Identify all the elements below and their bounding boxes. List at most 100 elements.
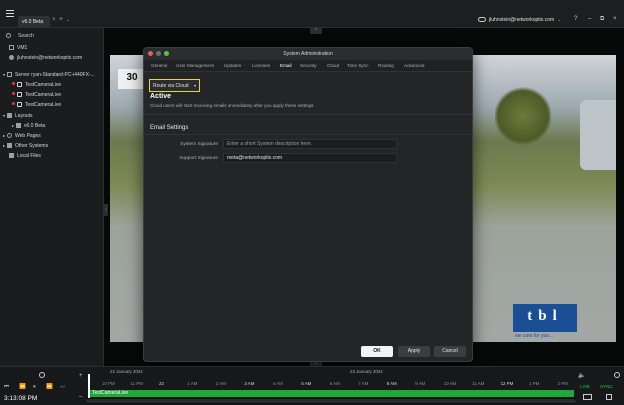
tree-item-other-systems[interactable]: ▸ Other Systems	[3, 143, 48, 152]
speed-dial-icon[interactable]	[614, 372, 620, 378]
system-signature-label: System Signature	[180, 142, 218, 147]
tree-item-local-files[interactable]: Local Files	[9, 153, 41, 162]
help-icon[interactable]: ?	[574, 16, 577, 22]
calendar-icon[interactable]	[606, 394, 612, 400]
system-icon	[9, 45, 14, 50]
tbl-logo: tbl we care for you...	[513, 304, 577, 342]
search-row[interactable]: Search	[6, 32, 100, 42]
system-administration-dialog: System Administration General User Manag…	[143, 47, 473, 362]
tick-label: 4 AM	[272, 381, 283, 386]
tab-close-icon[interactable]: ×	[52, 17, 56, 23]
camera-icon	[17, 102, 22, 107]
apply-button[interactable]: Apply	[398, 346, 430, 357]
tick-label: 2 AM	[215, 381, 226, 386]
tree-item-layout[interactable]: ▸ v6.0 Beta	[12, 123, 45, 132]
tab-cloud[interactable]: Cloud	[327, 63, 339, 68]
thumbnails-icon[interactable]	[583, 394, 592, 400]
pause-icon[interactable]: ⏸	[33, 384, 36, 391]
calendar-toggle-icon[interactable]	[39, 372, 45, 378]
tab-routing[interactable]: Routing	[378, 63, 394, 68]
tick-label: 12 PM	[500, 381, 514, 386]
skip-back-icon[interactable]: ⏮	[4, 384, 9, 391]
cloud-user-email[interactable]: jluhnstein@networkoptix.com	[489, 17, 554, 23]
add-tab-icon[interactable]: +	[59, 16, 63, 23]
timeline-panel: + – ⏮ ⏪ ⏸ ⏩ ⏭ 22 January 2024 23 January…	[0, 366, 624, 405]
tree-item-layouts[interactable]: ▾ Layouts	[3, 113, 33, 122]
user-menu-chevron-icon[interactable]: ⌄	[557, 17, 561, 23]
minimize-icon[interactable]: –	[588, 16, 591, 22]
tree-item-camera[interactable]: TestCameraLive	[12, 82, 61, 91]
close-window-icon[interactable]: ×	[613, 16, 617, 22]
tree-item-camera[interactable]: TestCameraLive	[12, 102, 61, 111]
tab-user-management[interactable]: User Management	[176, 63, 214, 68]
recording-dot-icon	[12, 102, 15, 105]
expand-chevron-icon[interactable]: ▸	[3, 143, 5, 148]
tab-email[interactable]: Email	[280, 63, 292, 68]
live-button[interactable]: LIVE	[580, 384, 590, 389]
divider	[144, 114, 472, 115]
timeline-track[interactable]: TestCameraLive	[90, 390, 574, 397]
tree-item-system[interactable]: VM1	[9, 45, 27, 54]
tick-label: 7 AM	[358, 381, 369, 386]
collapse-left-panel-icon[interactable]: ‹	[104, 204, 108, 216]
collapse-top-chevron-icon[interactable]: ⌃	[310, 28, 322, 34]
tab-general[interactable]: General	[151, 63, 167, 68]
dialog-tabs: General User Management Updates Licenses…	[144, 60, 472, 72]
current-time: 3:13:08 PM	[4, 395, 38, 402]
tree-item-user[interactable]: jluhnstein@networkoptix.com	[9, 55, 82, 64]
tick-label: 22	[158, 381, 164, 386]
cancel-button[interactable]: Cancel	[434, 346, 466, 357]
route-select-value: Route via Cloud	[153, 83, 189, 89]
tick-label: 9 AM	[415, 381, 426, 386]
tab-label: v6.0 Beta	[22, 19, 44, 25]
tree-item-web-pages[interactable]: ▸ Web Pages	[3, 133, 41, 142]
tab-list-chevron-icon[interactable]: ⌄	[66, 17, 70, 23]
ok-button[interactable]: OK	[361, 346, 393, 357]
search-label: Search	[18, 33, 34, 39]
cloud-icon[interactable]	[478, 17, 486, 22]
sync-button[interactable]: SYNC	[600, 384, 613, 389]
volume-icon[interactable]: 🔈	[578, 372, 585, 379]
tree-item-server[interactable]: ▾ Server ryan-Standard-PC-i440FX-...	[3, 72, 95, 81]
skip-forward-icon[interactable]: ⏭	[60, 384, 65, 391]
tab-security[interactable]: Security	[300, 63, 317, 68]
expand-chevron-icon[interactable]: ▸	[12, 123, 14, 128]
camera-icon	[17, 92, 22, 97]
tick-label: 2 PM	[557, 381, 568, 386]
system-signature-input[interactable]	[223, 139, 397, 149]
support-signature-input[interactable]	[223, 153, 397, 163]
expand-chevron-icon[interactable]: ▸	[3, 133, 5, 138]
tick-label: 5 AM	[301, 381, 312, 386]
timeline-ticks[interactable]: 10 PM 11 PM 22 1 AM 2 AM 3 AM 4 AM 5 AM 6 AM 7 AM…	[90, 378, 574, 388]
search-icon	[6, 33, 11, 38]
tab-updates[interactable]: Updates	[224, 63, 241, 68]
dialog-title: System Administration	[283, 51, 333, 57]
layout-icon	[16, 123, 22, 128]
rewind-icon[interactable]: ⏪	[19, 384, 26, 390]
timeline-scrollbar[interactable]	[86, 398, 576, 404]
date-label: 22 January 2024	[110, 369, 143, 374]
server-icon	[7, 72, 13, 77]
tab-time-sync[interactable]: Time Sync	[347, 63, 369, 68]
scrollbar-thumb[interactable]	[86, 399, 576, 403]
status-title: Active	[150, 93, 172, 100]
other-systems-icon	[7, 143, 13, 148]
expand-chevron-icon[interactable]: ▾	[3, 113, 5, 118]
restore-icon[interactable]: ⧉	[600, 16, 604, 23]
fast-forward-icon[interactable]: ⏩	[46, 384, 53, 390]
tab-advanced[interactable]: Advanced	[404, 63, 424, 68]
zoom-in-icon[interactable]: +	[79, 373, 83, 379]
tick-label: 11 AM	[472, 381, 485, 386]
expand-chevron-icon[interactable]: ▾	[3, 72, 5, 77]
tick-label: 10 AM	[443, 381, 457, 386]
tick-label: 1 PM	[529, 381, 540, 386]
folder-icon	[9, 153, 14, 158]
recording-dot-icon	[12, 82, 15, 85]
tick-label: 8 AM	[386, 381, 397, 386]
route-select[interactable]: Route via Cloud ▾	[149, 79, 200, 92]
tab-v6-beta[interactable]: v6.0 Beta	[18, 16, 50, 27]
zoom-out-icon[interactable]: –	[79, 394, 82, 400]
tab-licenses[interactable]: Licenses	[252, 63, 270, 68]
main-menu-icon[interactable]	[6, 10, 14, 17]
tree-item-camera[interactable]: TestCameraLive	[12, 92, 61, 101]
